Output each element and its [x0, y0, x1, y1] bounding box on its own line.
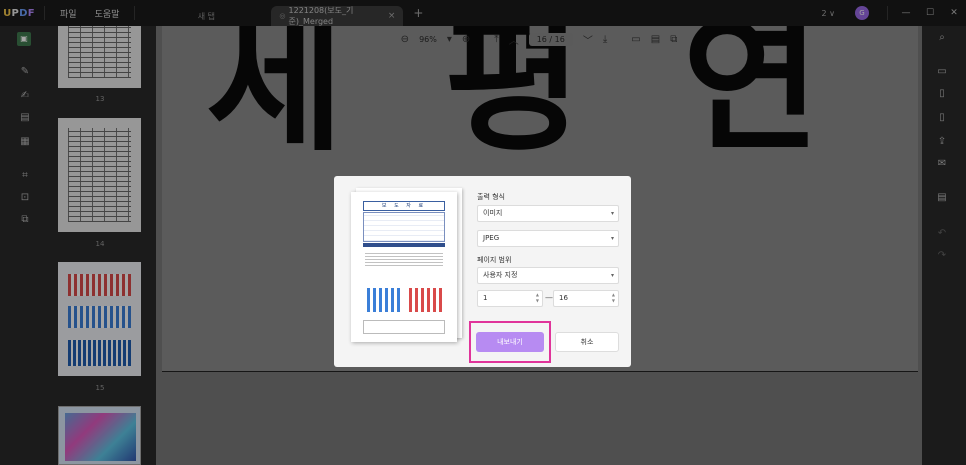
chevron-down-icon: ▾: [610, 272, 614, 279]
export-preview: 보 도 자 료: [351, 192, 457, 342]
range-dash: —: [545, 293, 553, 302]
stepper-icon[interactable]: ▲ ▼: [612, 292, 615, 304]
preview-title: 보 도 자 료: [363, 201, 445, 211]
preview-chart-blue: [367, 288, 401, 312]
app-window: UPDF 파일 도움말 새 탭 ◎ 1221208(보도_기준)_Merged …: [0, 0, 966, 465]
select-value: 사용자 지정: [483, 271, 518, 279]
select-value: 이미지: [483, 209, 503, 217]
range-to-value: 16: [559, 294, 568, 302]
chevron-down-icon: ▾: [610, 210, 614, 217]
range-to-input[interactable]: 16 ▲ ▼: [553, 290, 619, 307]
cancel-button[interactable]: 취소: [555, 332, 619, 352]
page-range-label: 페이지 범위: [477, 256, 512, 264]
image-type-select[interactable]: JPEG ▾: [477, 230, 619, 247]
page-range-select[interactable]: 사용자 지정 ▾: [477, 267, 619, 284]
chevron-down-icon: ▾: [610, 235, 614, 242]
preview-body-text: [365, 252, 443, 266]
preview-chart-red: [409, 288, 443, 312]
preview-header-table: [363, 212, 445, 242]
preview-line-chart: [363, 320, 445, 334]
stepper-icon[interactable]: ▲ ▼: [536, 292, 539, 304]
range-from-value: 1: [483, 294, 488, 302]
select-value: JPEG: [483, 234, 500, 242]
export-dialog: 보 도 자 료 출력 형식 이미지 ▾ JPEG ▾ 페이지 범위 사용자 지정…: [334, 176, 631, 367]
output-format-label: 출력 형식: [477, 193, 505, 201]
output-format-select[interactable]: 이미지 ▾: [477, 205, 619, 222]
preview-band: [363, 243, 445, 247]
export-button[interactable]: 내보내기: [476, 332, 544, 352]
range-from-input[interactable]: 1 ▲ ▼: [477, 290, 543, 307]
